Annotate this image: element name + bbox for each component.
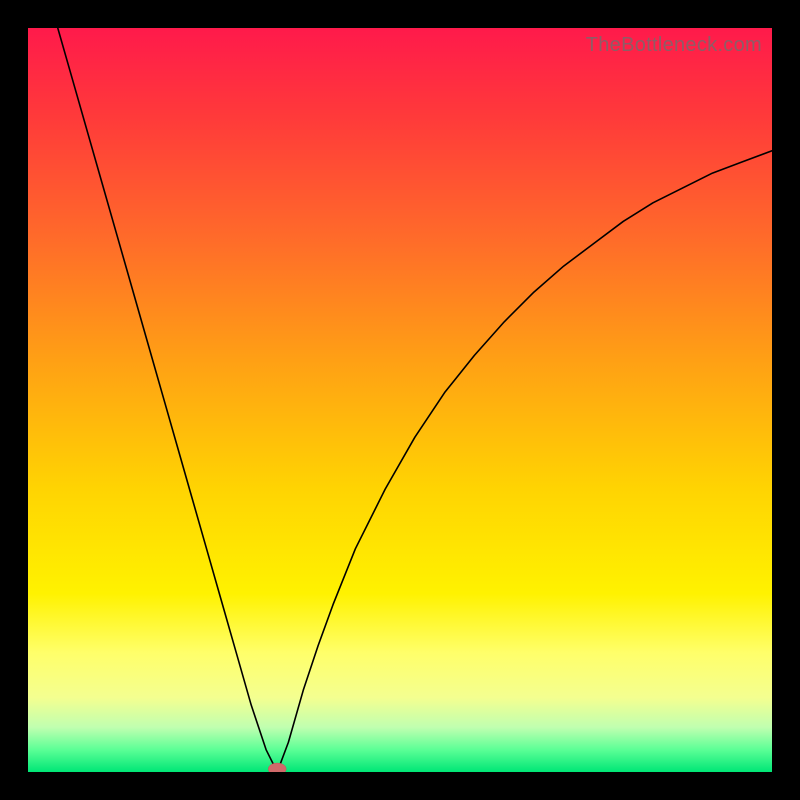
- minimum-marker: [268, 763, 286, 772]
- chart-frame: TheBottleneck.com: [0, 0, 800, 800]
- chart-svg: [28, 28, 772, 772]
- curve-right-branch: [277, 151, 772, 772]
- chart-plot-area: TheBottleneck.com: [28, 28, 772, 772]
- curve-left-branch: [58, 28, 277, 772]
